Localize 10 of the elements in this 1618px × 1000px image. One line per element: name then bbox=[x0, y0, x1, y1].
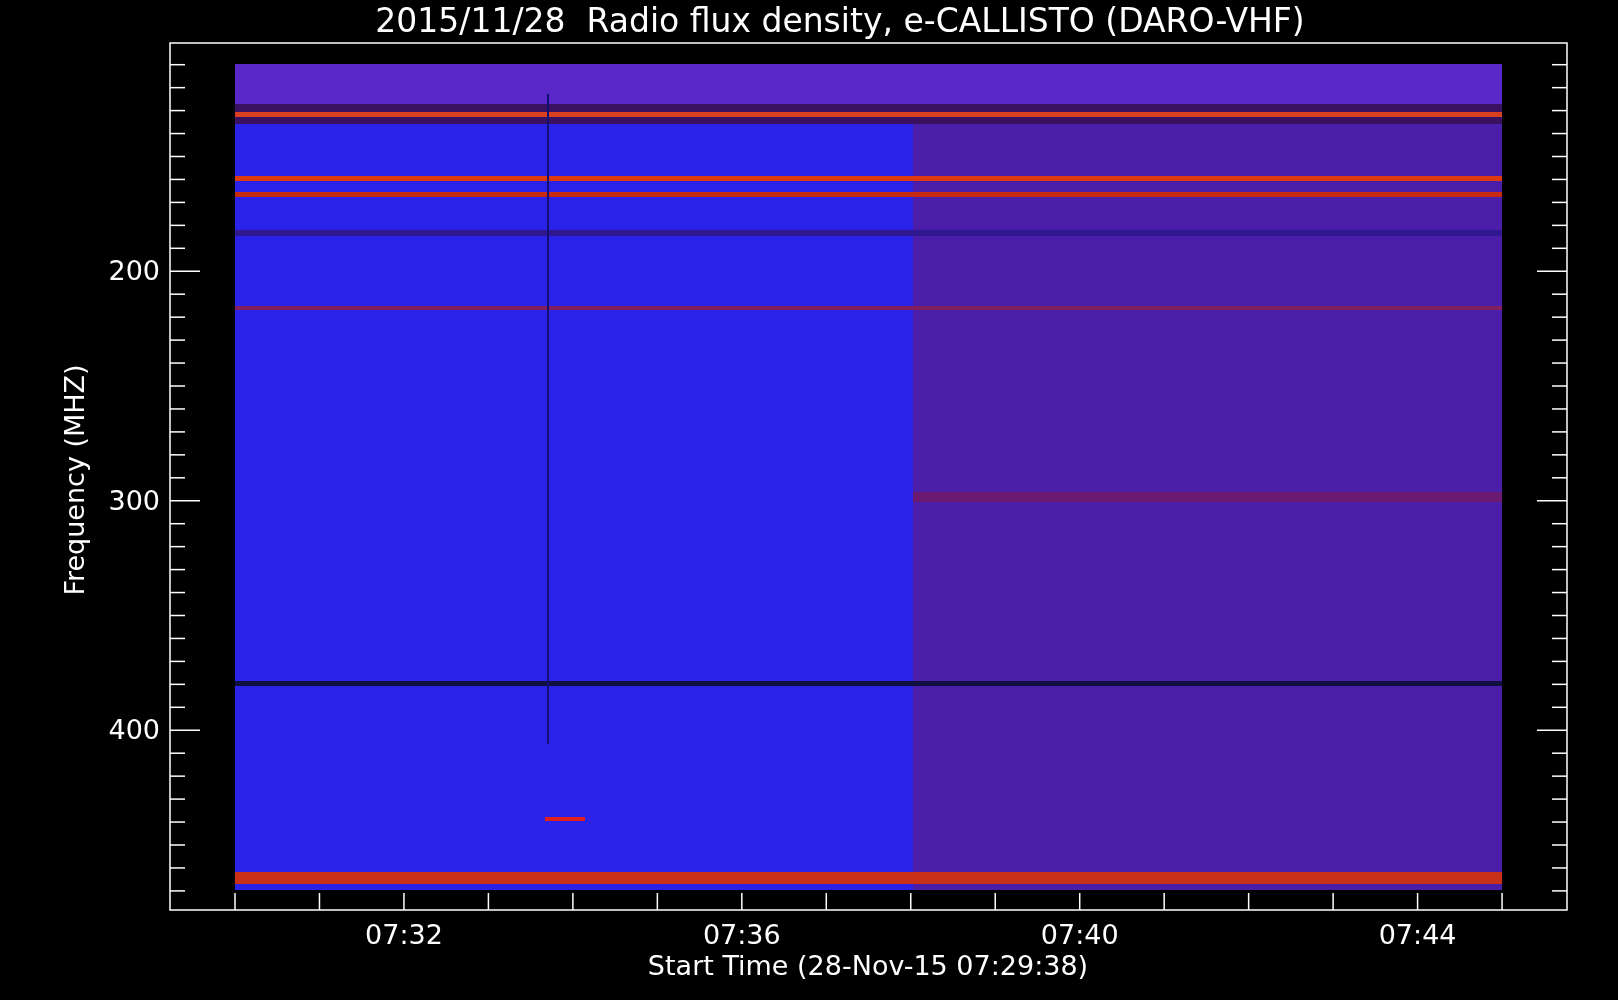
x-tick-label: 07:32 bbox=[365, 919, 443, 950]
y-tick-label: 400 bbox=[108, 714, 160, 746]
y-axis-label: Frequency (MHZ) bbox=[59, 364, 90, 596]
x-tick-label: 07:44 bbox=[1378, 919, 1457, 950]
y-tick-label: 300 bbox=[108, 484, 160, 516]
x-tick-label: 07:36 bbox=[702, 919, 781, 950]
x-axis-label: Start Time (28-Nov-15 07:29:38) bbox=[647, 950, 1089, 981]
plot-title: 2015/11/28 Radio flux density, e-CALLISTO (DARO-VHF) bbox=[375, 1, 1305, 40]
x-tick-label: 07:40 bbox=[1040, 919, 1119, 950]
y-tick-label: 200 bbox=[108, 255, 160, 287]
